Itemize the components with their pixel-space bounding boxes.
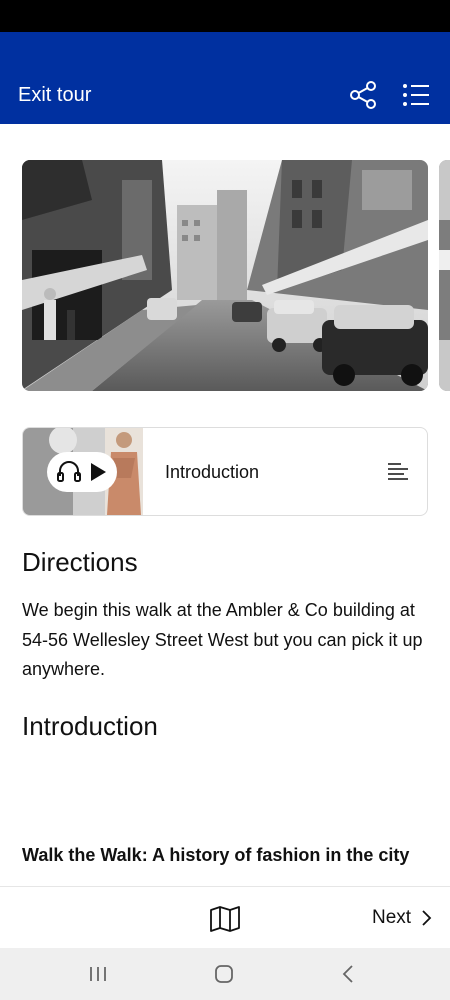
recent-apps-icon[interactable] xyxy=(88,964,108,984)
transcript-icon[interactable] xyxy=(387,461,409,483)
hero-image[interactable] xyxy=(22,160,428,391)
share-icon[interactable] xyxy=(348,80,378,110)
map-icon[interactable] xyxy=(209,905,241,933)
bottom-bar: Next xyxy=(0,886,450,949)
directions-body: We begin this walk at the Ambler & Co bu… xyxy=(22,600,423,679)
walk-title: Walk the Walk: A history of fashion in t… xyxy=(22,845,410,865)
app-bar: Exit tour xyxy=(0,32,450,124)
home-icon[interactable] xyxy=(213,963,235,985)
audio-thumbnail xyxy=(23,428,143,515)
audio-title: Introduction xyxy=(165,462,260,482)
play-icon xyxy=(91,463,106,481)
directions-heading: Directions xyxy=(22,547,138,577)
next-photo xyxy=(439,160,450,391)
exit-tour-button[interactable]: Exit tour xyxy=(18,84,91,107)
next-button[interactable]: Next xyxy=(372,907,411,929)
audio-card[interactable]: Introduction xyxy=(22,427,428,516)
audio-player-controls[interactable] xyxy=(47,452,117,492)
introduction-heading: Introduction xyxy=(22,711,158,741)
system-nav-bar xyxy=(0,948,450,1000)
next-image-peek[interactable] xyxy=(439,160,450,391)
headphones-play-icons xyxy=(57,461,106,482)
back-icon[interactable] xyxy=(341,963,355,985)
content-scroll[interactable]: Introduction Directions We begin this wa… xyxy=(0,124,450,886)
headphones-icon xyxy=(57,461,81,482)
street-photo xyxy=(22,160,428,391)
status-bar xyxy=(0,0,450,32)
list-icon[interactable] xyxy=(401,80,431,110)
chevron-right-icon[interactable] xyxy=(420,909,432,927)
